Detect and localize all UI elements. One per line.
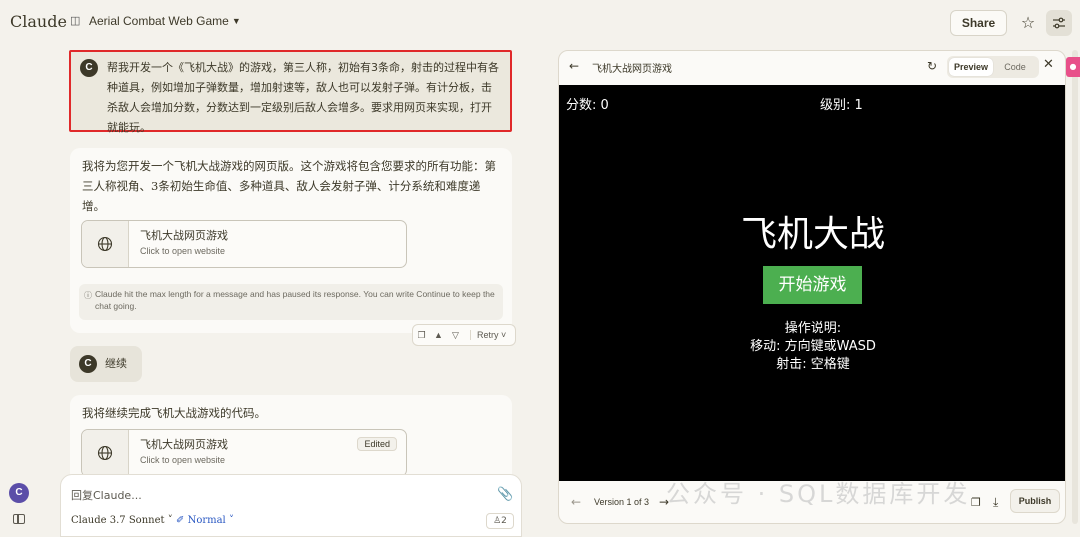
preview-code-toggle: Preview Code — [947, 56, 1039, 78]
artifact-subtitle: Click to open website — [140, 455, 226, 465]
chat-title-text: Aerial Combat Web Game — [89, 14, 229, 28]
assistant-message: 我将为您开发一个飞机大战游戏的网页版。这个游戏将包含您要求的所有功能：第三人称视… — [70, 148, 512, 333]
user-avatar: C — [80, 59, 98, 77]
version-label: Version 1 of 3 — [594, 497, 650, 507]
artifact-panel: ← 飞机大战网页游戏 ↻ Preview Code ✕ 分数: 0 级别: 1 … — [558, 50, 1066, 524]
instructions-shoot: 射击: 空格键 — [776, 357, 850, 372]
message-actions: ❐ ▲ ▽ Retry ˅ — [412, 324, 516, 346]
message-composer: 回复Claude... 📎 Claude 3.7 Sonnet ˅ ✐ Norm… — [60, 474, 522, 537]
share-button[interactable]: Share — [950, 10, 1007, 36]
assistant-message-text: 我将继续完成飞机大战游戏的代码。 — [82, 406, 266, 420]
user-message: C 继续 — [70, 346, 142, 382]
max-length-notice: ⓘ Claude hit the max length for a messag… — [79, 284, 503, 320]
game-title: 飞机大战 — [740, 213, 885, 254]
instructions-move: 移动: 方向键或WASD — [750, 339, 876, 354]
user-message-text: 继续 — [105, 357, 127, 370]
artifact-subtitle: Click to open website — [140, 246, 226, 256]
assistant-message: 我将继续完成飞机大战游戏的代码。 飞机大战网页游戏 Click to open … — [70, 395, 512, 485]
refresh-icon[interactable]: ↻ — [927, 59, 937, 73]
score-display: 分数: 0 — [566, 98, 609, 113]
reply-input[interactable]: 回复Claude... — [71, 487, 142, 503]
sidebar-toggle-icon[interactable] — [13, 514, 25, 524]
tab-preview[interactable]: Preview — [949, 58, 993, 76]
sliders-icon — [1053, 17, 1065, 29]
tab-code[interactable]: Code — [993, 58, 1037, 76]
assistant-message-text: 我将为您开发一个飞机大战游戏的网页版。这个游戏将包含您要求的所有功能：第三人称视… — [82, 159, 496, 213]
attachment-count[interactable]: ♙2 — [486, 513, 514, 529]
globe-icon — [82, 430, 129, 476]
settings-sliders-icon[interactable] — [1046, 10, 1072, 36]
artifact-card[interactable]: 飞机大战网页游戏 Click to open website Edited — [81, 429, 407, 477]
artifact-panel-header: ← 飞机大战网页游戏 ↻ Preview Code ✕ — [559, 51, 1065, 85]
instructions-heading: 操作说明: — [784, 321, 842, 336]
watermark: 公众号 · SQL数据库开发 — [666, 480, 971, 508]
account-avatar[interactable]: C — [9, 483, 29, 503]
artifact-title: 飞机大战网页游戏 — [140, 229, 228, 242]
top-bar: Claude ◫ Aerial Combat Web Game ▼ Share … — [0, 0, 1080, 44]
game-instructions: 操作说明: 移动: 方向键或WASD 射击: 空格键 — [559, 320, 1065, 374]
publish-button[interactable]: Publish — [1010, 489, 1060, 513]
thumbs-down-icon[interactable]: ▽ — [447, 330, 464, 341]
thumbs-up-icon[interactable]: ▲ — [430, 330, 447, 340]
download-icon[interactable]: ⤓ — [993, 495, 998, 510]
previous-version-icon[interactable]: ← — [571, 495, 581, 509]
copy-icon[interactable]: ❐ — [971, 496, 981, 509]
close-icon[interactable]: ✕ — [1043, 57, 1054, 72]
model-selector[interactable]: Claude 3.7 Sonnet ˅ — [71, 515, 173, 526]
paperclip-icon[interactable]: 📎 — [497, 487, 513, 502]
chevron-down-icon: ▼ — [231, 16, 241, 26]
side-tab[interactable]: ● — [1066, 57, 1080, 77]
game-preview-canvas[interactable]: 分数: 0 级别: 1 飞机大战 开始游戏 操作说明: 移动: 方向键或WASD… — [559, 85, 1065, 481]
start-game-button[interactable]: 开始游戏 — [763, 266, 862, 304]
notice-text: Claude hit the max length for a message … — [95, 289, 495, 311]
artifact-card[interactable]: 飞机大战网页游戏 Click to open website — [81, 220, 407, 268]
copy-icon[interactable]: ❐ — [413, 330, 430, 341]
user-message-text: 帮我开发一个《飞机大战》的游戏，第三人称，初始有3条命，射击的过程中有各种道具，… — [107, 61, 499, 134]
info-icon: ⓘ — [84, 291, 92, 300]
user-avatar: C — [79, 355, 97, 373]
edited-badge: Edited — [357, 437, 397, 451]
level-display: 级别: 1 — [820, 98, 863, 113]
star-icon[interactable]: ☆ — [1017, 12, 1039, 34]
globe-icon — [82, 221, 129, 267]
retry-button[interactable]: Retry ˅ — [470, 330, 506, 340]
scrollbar[interactable] — [1072, 50, 1078, 524]
chat-title-dropdown[interactable]: ◫ Aerial Combat Web Game ▼ — [70, 14, 241, 28]
style-selector[interactable]: ✐ Normal ˅ — [176, 515, 234, 526]
back-arrow-icon[interactable]: ← — [569, 59, 579, 73]
artifact-title: 飞机大战网页游戏 — [140, 438, 228, 451]
user-message: C 帮我开发一个《飞机大战》的游戏，第三人称，初始有3条命，射击的过程中有各种道… — [69, 50, 512, 134]
chat-bubble-icon: ◫ — [70, 15, 81, 27]
claude-logo[interactable]: Claude — [10, 12, 67, 31]
artifact-panel-title: 飞机大战网页游戏 — [592, 64, 672, 75]
